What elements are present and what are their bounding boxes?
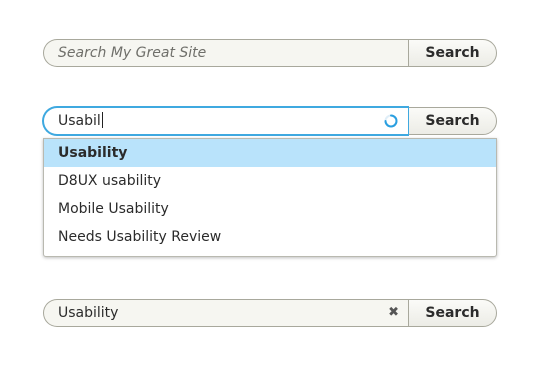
close-icon[interactable]: ✖: [388, 305, 399, 321]
autocomplete-dropdown: Usability D8UX usability Mobile Usabilit…: [43, 138, 497, 257]
search-input-value: Usabil: [58, 113, 101, 129]
suggestion-item-usability[interactable]: Usability: [44, 139, 496, 167]
search-input[interactable]: Search My Great Site: [43, 39, 408, 67]
search-button[interactable]: Search: [408, 39, 497, 67]
search-input-focused[interactable]: Usabil: [43, 107, 408, 135]
search-input[interactable]: Usability ✖: [43, 299, 408, 327]
search-form-empty: Search My Great Site Search: [43, 39, 497, 67]
suggestion-item-d8ux-usability[interactable]: D8UX usability: [44, 167, 496, 195]
search-form-filled: Usability ✖ Search: [43, 299, 497, 327]
search-form-autocomplete: Usabil Search: [43, 107, 497, 135]
search-button[interactable]: Search: [408, 107, 497, 135]
suggestion-item-mobile-usability[interactable]: Mobile Usability: [44, 195, 496, 223]
search-button[interactable]: Search: [408, 299, 497, 327]
spinner-icon: [384, 114, 398, 128]
search-input-value: Usability: [58, 305, 119, 321]
suggestion-item-needs-usability-review[interactable]: Needs Usability Review: [44, 223, 496, 251]
text-caret: [101, 112, 103, 128]
